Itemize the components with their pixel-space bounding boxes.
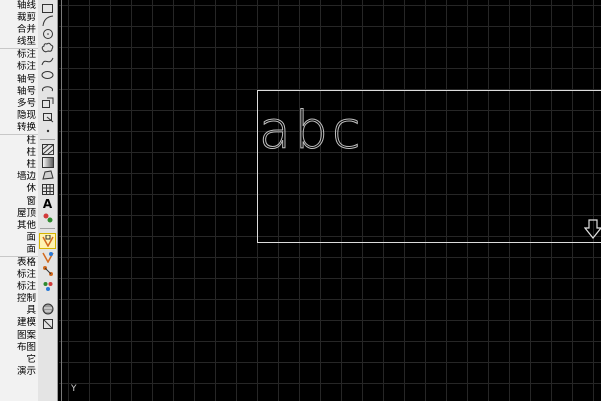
menu-item[interactable]: 其他 bbox=[0, 220, 38, 232]
menu-item[interactable]: 柱 bbox=[0, 159, 38, 171]
menu-item[interactable]: 屋顶 bbox=[0, 208, 38, 220]
rectangle-tool-icon[interactable] bbox=[40, 1, 55, 15]
render-icon[interactable] bbox=[40, 302, 55, 316]
insert-block-icon[interactable] bbox=[40, 96, 55, 110]
menu-item[interactable]: 图案 bbox=[0, 330, 38, 342]
menu-item[interactable]: 轴线 bbox=[0, 0, 38, 12]
gradient-tool-icon[interactable] bbox=[40, 155, 55, 169]
spline-tool-icon[interactable] bbox=[40, 54, 55, 68]
make-block-icon[interactable] bbox=[40, 110, 55, 124]
multiline-text-icon[interactable]: A bbox=[40, 197, 55, 211]
table-tool-icon[interactable] bbox=[40, 182, 55, 196]
ucs-y-label: Y bbox=[71, 384, 77, 394]
menu-item[interactable]: 标注 bbox=[0, 281, 38, 293]
menu-item[interactable]: 窗 bbox=[0, 196, 38, 208]
viewport-edge-line bbox=[61, 0, 62, 401]
revcloud-tool-icon[interactable] bbox=[40, 40, 55, 54]
toolbar-separator bbox=[40, 139, 55, 140]
ellipse-tool-icon[interactable] bbox=[40, 68, 55, 82]
arc-tool-icon[interactable] bbox=[40, 14, 55, 28]
drawing-canvas[interactable]: abc Y bbox=[59, 0, 601, 401]
3d-orbit-icon[interactable] bbox=[40, 317, 55, 331]
menu-item[interactable]: 转换 bbox=[0, 122, 38, 134]
drawn-text-abc[interactable]: abc bbox=[259, 105, 419, 157]
menu-item[interactable]: 轴号 bbox=[0, 86, 38, 98]
menu-item[interactable]: 轴号 bbox=[0, 74, 38, 86]
circle-tool-icon[interactable] bbox=[40, 27, 55, 41]
object-snap-icon[interactable] bbox=[39, 233, 56, 249]
menu-item[interactable]: 标注 bbox=[0, 48, 38, 61]
region-tool-icon[interactable] bbox=[40, 168, 55, 182]
draw-toolbar: A bbox=[38, 0, 58, 401]
drawn-text: abc bbox=[259, 105, 364, 157]
menu-item[interactable]: 建模 bbox=[0, 317, 38, 329]
menu-item[interactable]: 演示 bbox=[0, 366, 38, 378]
menu-item[interactable]: 布图 bbox=[0, 342, 38, 354]
screen-menu: 轴线 裁剪 合并 线型 标注 标注 轴号 轴号 多号 隐现 转换柱柱柱墙边休窗屋顶 其他面面表格 标注标… bbox=[0, 0, 39, 401]
menu-item[interactable]: 标注 bbox=[0, 61, 38, 73]
menu-item[interactable]: 多号 bbox=[0, 98, 38, 110]
snap-tracking-icon[interactable] bbox=[40, 250, 55, 264]
add-selected-icon[interactable] bbox=[40, 211, 55, 225]
menu-item[interactable]: 标注 bbox=[0, 269, 38, 281]
down-arrow-grip-icon[interactable] bbox=[584, 219, 601, 239]
menu-item[interactable]: 墙边 bbox=[0, 171, 38, 183]
menu-item[interactable]: 面 bbox=[0, 244, 38, 256]
menu-item[interactable]: 柱 bbox=[0, 147, 38, 159]
select-all-icon[interactable] bbox=[40, 279, 55, 293]
point-tool-icon[interactable] bbox=[40, 124, 55, 138]
menu-item[interactable]: 具 bbox=[0, 305, 38, 317]
ellipse-arc-tool-icon[interactable] bbox=[40, 82, 55, 96]
menu-item[interactable]: 它 bbox=[0, 354, 38, 366]
menu-item[interactable]: 裁剪 bbox=[0, 12, 38, 24]
menu-item[interactable]: 表格 bbox=[0, 255, 38, 269]
hatch-tool-icon[interactable] bbox=[40, 142, 55, 156]
toolbar-separator bbox=[40, 228, 55, 229]
menu-item[interactable]: 控制 bbox=[0, 293, 38, 305]
menu-item[interactable]: 线型 bbox=[0, 36, 38, 48]
menu-item[interactable]: 合并 bbox=[0, 24, 38, 36]
menu-item[interactable]: 隐现 bbox=[0, 110, 38, 122]
menu-item[interactable]: 休 bbox=[0, 183, 38, 195]
snap-settings-icon[interactable] bbox=[40, 264, 55, 278]
menu-item[interactable]: 柱 bbox=[0, 134, 38, 147]
menu-item[interactable]: 面 bbox=[0, 232, 38, 244]
